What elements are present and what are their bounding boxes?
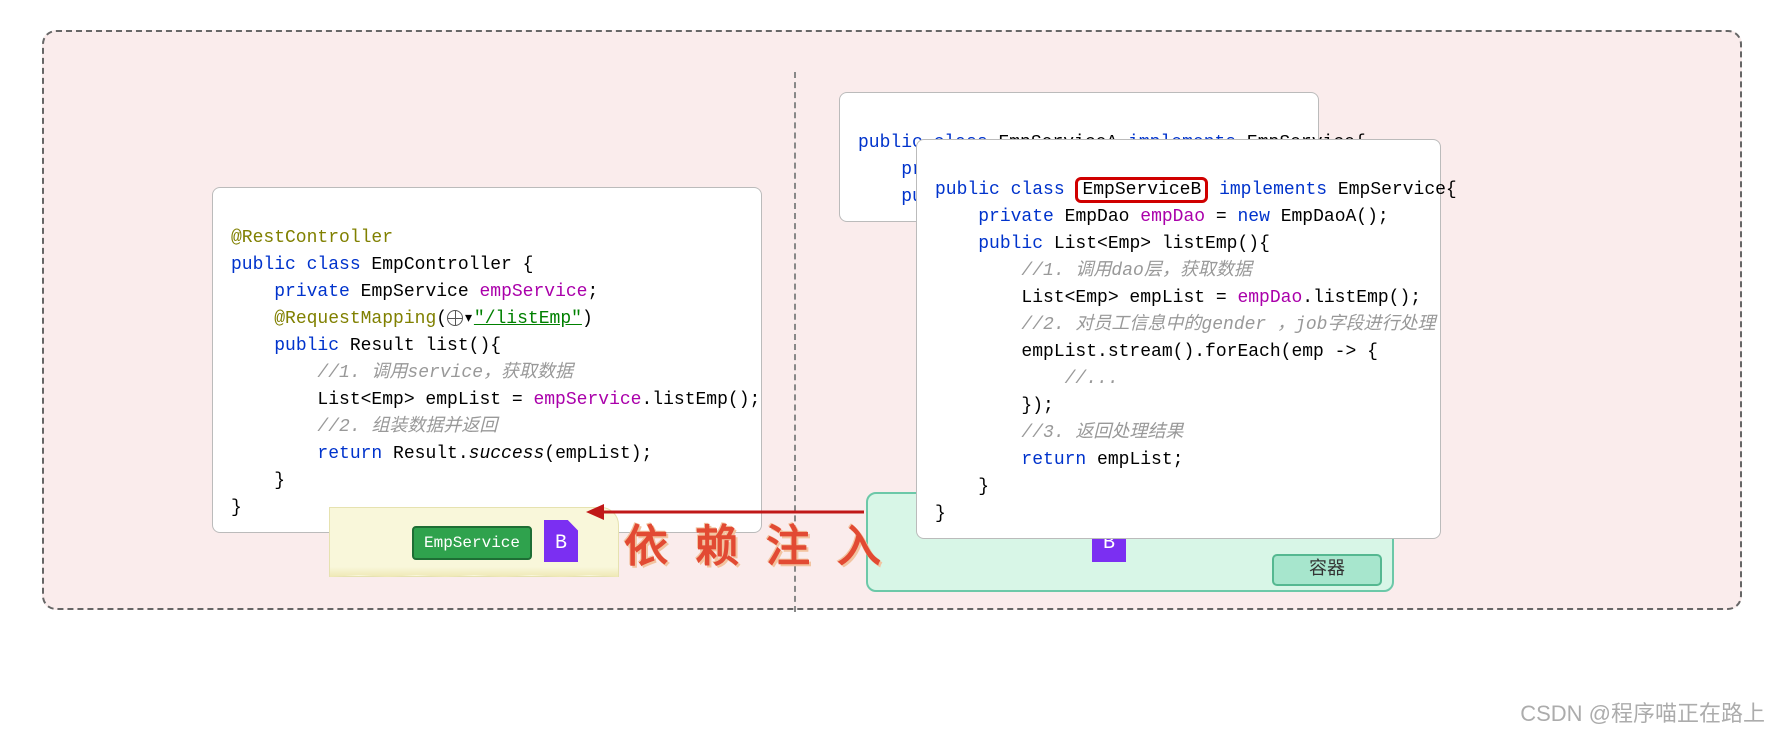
bean-b-file-left: B	[544, 520, 578, 562]
globe-icon	[447, 310, 463, 326]
watermark: CSDN @程序喵正在路上	[1520, 696, 1765, 728]
label-dependency-injection: 依 赖 注 入	[624, 510, 889, 574]
highlight-class-name: EmpServiceB	[1075, 177, 1208, 203]
code-service-b: public class EmpServiceB implements EmpS…	[916, 139, 1441, 539]
container-label: 容器	[1272, 554, 1382, 586]
code-controller: @RestController public class EmpControll…	[212, 187, 762, 533]
empservice-chip: EmpService	[412, 526, 532, 560]
diagram-frame: @RestController public class EmpControll…	[42, 30, 1742, 610]
annotation-restcontroller: @RestController	[231, 228, 393, 248]
